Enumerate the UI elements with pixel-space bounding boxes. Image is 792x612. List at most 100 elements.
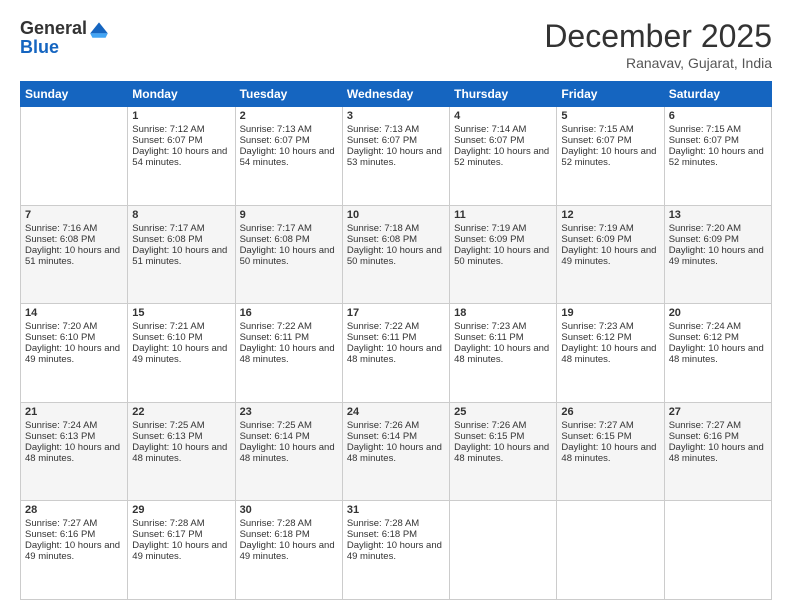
sunset-text: Sunset: 6:15 PM [561,431,659,442]
title-block: December 2025 Ranavav, Gujarat, India [544,18,772,71]
sunset-text: Sunset: 6:18 PM [240,529,338,540]
sunrise-text: Sunrise: 7:17 AM [240,223,338,234]
calendar-cell: 25Sunrise: 7:26 AMSunset: 6:15 PMDayligh… [450,402,557,501]
day-number: 29 [132,504,230,516]
daylight-text: Daylight: 10 hours and 50 minutes. [347,245,445,267]
daylight-text: Daylight: 10 hours and 52 minutes. [454,146,552,168]
day-number: 8 [132,209,230,221]
calendar-cell: 28Sunrise: 7:27 AMSunset: 6:16 PMDayligh… [21,501,128,600]
sunset-text: Sunset: 6:17 PM [132,529,230,540]
calendar-cell: 6Sunrise: 7:15 AMSunset: 6:07 PMDaylight… [664,107,771,206]
sunset-text: Sunset: 6:10 PM [25,332,123,343]
daylight-text: Daylight: 10 hours and 48 minutes. [561,442,659,464]
day-number: 4 [454,110,552,122]
sunrise-text: Sunrise: 7:24 AM [669,321,767,332]
calendar-week-row: 1Sunrise: 7:12 AMSunset: 6:07 PMDaylight… [21,107,772,206]
sunrise-text: Sunrise: 7:12 AM [132,124,230,135]
sunset-text: Sunset: 6:14 PM [347,431,445,442]
day-number: 14 [25,307,123,319]
daylight-text: Daylight: 10 hours and 48 minutes. [132,442,230,464]
daylight-text: Daylight: 10 hours and 48 minutes. [240,343,338,365]
day-number: 5 [561,110,659,122]
sunset-text: Sunset: 6:08 PM [347,234,445,245]
calendar-cell: 8Sunrise: 7:17 AMSunset: 6:08 PMDaylight… [128,205,235,304]
sunset-text: Sunset: 6:13 PM [25,431,123,442]
calendar-day-header: Wednesday [342,82,449,107]
calendar-cell: 26Sunrise: 7:27 AMSunset: 6:15 PMDayligh… [557,402,664,501]
day-number: 6 [669,110,767,122]
day-number: 7 [25,209,123,221]
logo: GeneralBlue [20,18,110,58]
day-number: 19 [561,307,659,319]
daylight-text: Daylight: 10 hours and 49 minutes. [132,540,230,562]
day-number: 3 [347,110,445,122]
sunset-text: Sunset: 6:12 PM [669,332,767,343]
sunset-text: Sunset: 6:16 PM [669,431,767,442]
calendar-cell: 27Sunrise: 7:27 AMSunset: 6:16 PMDayligh… [664,402,771,501]
sunrise-text: Sunrise: 7:27 AM [669,420,767,431]
day-number: 17 [347,307,445,319]
sunrise-text: Sunrise: 7:25 AM [240,420,338,431]
calendar-cell: 18Sunrise: 7:23 AMSunset: 6:11 PMDayligh… [450,304,557,403]
sunset-text: Sunset: 6:07 PM [454,135,552,146]
sunset-text: Sunset: 6:18 PM [347,529,445,540]
sunrise-text: Sunrise: 7:19 AM [454,223,552,234]
calendar-week-row: 14Sunrise: 7:20 AMSunset: 6:10 PMDayligh… [21,304,772,403]
sunrise-text: Sunrise: 7:23 AM [454,321,552,332]
daylight-text: Daylight: 10 hours and 49 minutes. [25,540,123,562]
calendar-cell: 5Sunrise: 7:15 AMSunset: 6:07 PMDaylight… [557,107,664,206]
sunset-text: Sunset: 6:08 PM [240,234,338,245]
logo-blue: Blue [20,37,59,58]
day-number: 24 [347,406,445,418]
logo-general: General [20,18,87,39]
daylight-text: Daylight: 10 hours and 48 minutes. [454,442,552,464]
calendar-cell [557,501,664,600]
calendar-cell: 13Sunrise: 7:20 AMSunset: 6:09 PMDayligh… [664,205,771,304]
location: Ranavav, Gujarat, India [544,55,772,71]
calendar-cell: 11Sunrise: 7:19 AMSunset: 6:09 PMDayligh… [450,205,557,304]
calendar-cell: 14Sunrise: 7:20 AMSunset: 6:10 PMDayligh… [21,304,128,403]
daylight-text: Daylight: 10 hours and 48 minutes. [25,442,123,464]
day-number: 2 [240,110,338,122]
sunrise-text: Sunrise: 7:22 AM [240,321,338,332]
sunrise-text: Sunrise: 7:20 AM [669,223,767,234]
sunset-text: Sunset: 6:14 PM [240,431,338,442]
calendar-cell: 10Sunrise: 7:18 AMSunset: 6:08 PMDayligh… [342,205,449,304]
daylight-text: Daylight: 10 hours and 49 minutes. [347,540,445,562]
sunrise-text: Sunrise: 7:13 AM [240,124,338,135]
day-number: 11 [454,209,552,221]
day-number: 27 [669,406,767,418]
daylight-text: Daylight: 10 hours and 49 minutes. [132,343,230,365]
day-number: 1 [132,110,230,122]
sunrise-text: Sunrise: 7:15 AM [561,124,659,135]
sunrise-text: Sunrise: 7:13 AM [347,124,445,135]
sunset-text: Sunset: 6:16 PM [25,529,123,540]
daylight-text: Daylight: 10 hours and 48 minutes. [454,343,552,365]
sunset-text: Sunset: 6:08 PM [132,234,230,245]
sunrise-text: Sunrise: 7:20 AM [25,321,123,332]
sunset-text: Sunset: 6:07 PM [669,135,767,146]
sunset-text: Sunset: 6:10 PM [132,332,230,343]
day-number: 21 [25,406,123,418]
calendar-cell: 29 Sunrise: 7:28 AMSunset: 6:17 PMDayligh… [128,501,235,600]
calendar-cell: 21Sunrise: 7:24 AMSunset: 6:13 PMDayligh… [21,402,128,501]
sunrise-text: Sunrise: 7:22 AM [347,321,445,332]
calendar-cell: 22Sunrise: 7:25 AMSunset: 6:13 PMDayligh… [128,402,235,501]
sunset-text: Sunset: 6:12 PM [561,332,659,343]
daylight-text: Daylight: 10 hours and 49 minutes. [669,245,767,267]
sunrise-text: Sunrise: 7:25 AM [132,420,230,431]
day-number: 18 [454,307,552,319]
day-number: 28 [25,504,123,516]
calendar-cell: 4Sunrise: 7:14 AMSunset: 6:07 PMDaylight… [450,107,557,206]
daylight-text: Daylight: 10 hours and 48 minutes. [561,343,659,365]
calendar-cell: 2Sunrise: 7:13 AMSunset: 6:07 PMDaylight… [235,107,342,206]
calendar-week-row: 21Sunrise: 7:24 AMSunset: 6:13 PMDayligh… [21,402,772,501]
calendar-cell [664,501,771,600]
calendar-day-header: Friday [557,82,664,107]
sunrise-text: Sunrise: 7:28 AM [240,518,338,529]
calendar-table: SundayMondayTuesdayWednesdayThursdayFrid… [20,81,772,600]
sunrise-text: Sunrise: 7:16 AM [25,223,123,234]
sunrise-text: Sunrise: 7:28 AM [132,518,230,529]
calendar-cell: 31Sunrise: 7:28 AMSunset: 6:18 PMDayligh… [342,501,449,600]
sunrise-text: Sunrise: 7:15 AM [669,124,767,135]
